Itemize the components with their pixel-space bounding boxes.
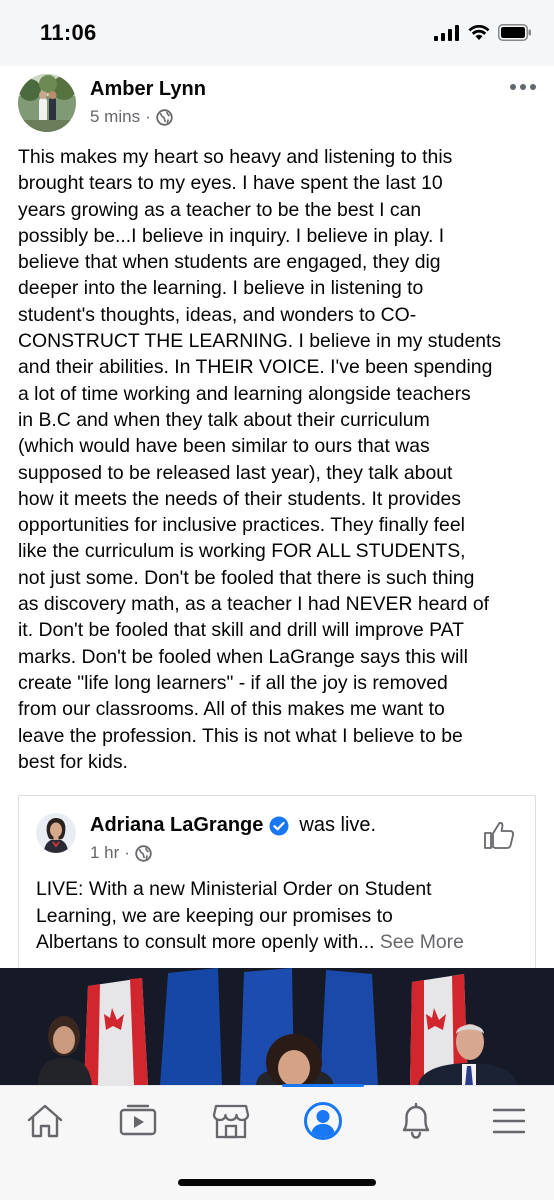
shared-status: was live. bbox=[299, 814, 377, 836]
post-meta: 5 mins · bbox=[90, 107, 173, 127]
profile-icon bbox=[304, 1102, 342, 1140]
more-dot-icon bbox=[530, 84, 536, 90]
verified-badge-icon bbox=[269, 816, 289, 835]
shared-name-line: Adriana LaGrange was live. bbox=[90, 814, 376, 837]
post-header: Amber Lynn 5 mins · bbox=[0, 66, 554, 142]
shared-author-avatar[interactable] bbox=[36, 813, 76, 853]
home-icon bbox=[27, 1104, 63, 1138]
nav-watch[interactable] bbox=[115, 1098, 161, 1144]
post-time[interactable]: 5 mins bbox=[90, 107, 140, 127]
shared-meta: 1 hr · bbox=[90, 843, 152, 863]
post-text: This makes my heart so heavy and listeni… bbox=[18, 146, 502, 773]
author-avatar[interactable] bbox=[18, 74, 76, 132]
wifi-icon bbox=[468, 24, 490, 40]
menu-icon bbox=[492, 1108, 526, 1134]
more-dot-icon bbox=[510, 84, 516, 90]
status-time: 11:06 bbox=[40, 20, 97, 45]
shared-text-body: LIVE: With a new Ministerial Order on St… bbox=[36, 878, 432, 953]
active-tab-indicator bbox=[282, 1084, 364, 1087]
nav-notifications[interactable] bbox=[393, 1098, 439, 1144]
nav-menu[interactable] bbox=[486, 1098, 532, 1144]
shared-post-card[interactable]: Adriana LaGrange was live. 1 hr · LIVE: … bbox=[18, 795, 536, 970]
shared-text: LIVE: With a new Ministerial Order on St… bbox=[36, 876, 526, 956]
nav-marketplace[interactable] bbox=[208, 1098, 254, 1144]
notifications-icon bbox=[402, 1102, 430, 1139]
globe-icon bbox=[156, 108, 173, 126]
author-name[interactable]: Amber Lynn bbox=[90, 78, 206, 101]
nav-home[interactable] bbox=[22, 1098, 68, 1144]
shared-author-name[interactable]: Adriana LaGrange bbox=[90, 814, 263, 837]
meta-separator: · bbox=[124, 843, 130, 862]
status-icons bbox=[434, 24, 532, 41]
status-bar: 11:06 bbox=[0, 0, 554, 66]
more-options-button[interactable] bbox=[510, 84, 536, 90]
more-dot-icon bbox=[520, 84, 526, 90]
signal-icon bbox=[434, 24, 459, 41]
like-page-icon[interactable] bbox=[483, 820, 515, 850]
meta-separator: · bbox=[145, 107, 151, 126]
battery-icon bbox=[498, 24, 531, 41]
nav-profile[interactable] bbox=[300, 1098, 346, 1144]
see-more-link[interactable]: See More bbox=[380, 931, 464, 953]
globe-icon bbox=[135, 844, 152, 862]
home-indicator-bar[interactable] bbox=[178, 1179, 376, 1186]
marketplace-icon bbox=[212, 1104, 250, 1139]
watch-icon bbox=[119, 1104, 157, 1136]
shared-time[interactable]: 1 hr bbox=[90, 843, 119, 863]
live-video-thumbnail[interactable] bbox=[0, 968, 554, 1086]
